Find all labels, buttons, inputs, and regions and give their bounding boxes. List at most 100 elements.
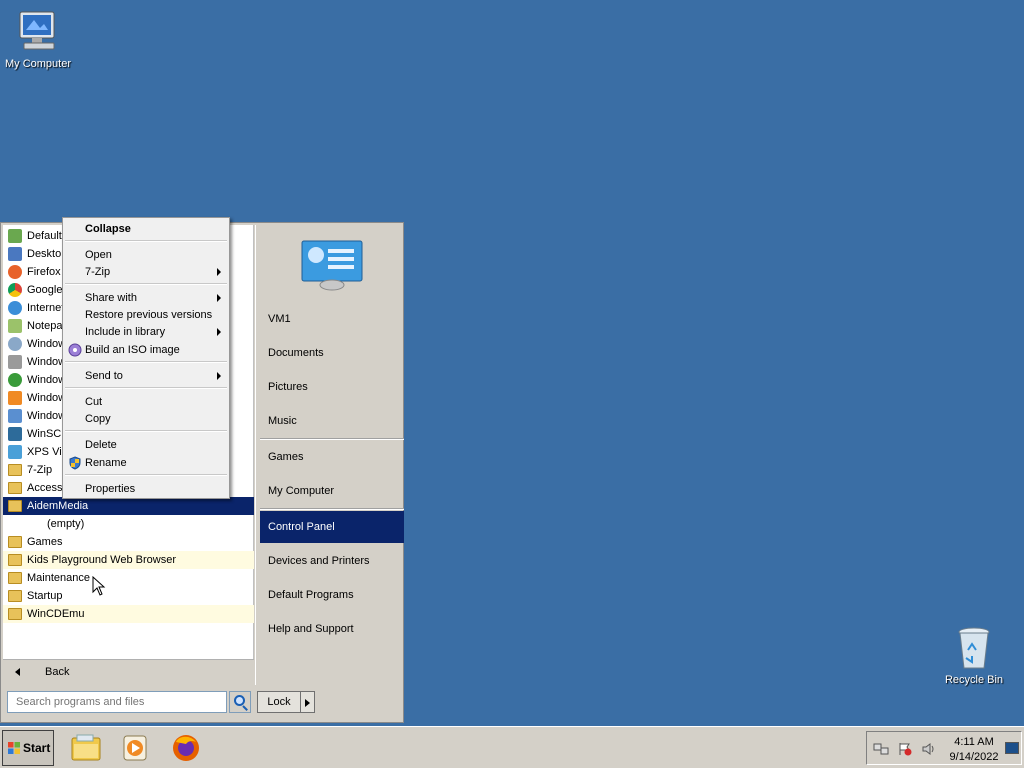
media-player-icon[interactable] [118,732,154,764]
program-label: Firefox [27,266,61,278]
program-folder[interactable]: WinCDEmu [3,605,254,623]
program-folder[interactable]: Kids Playground Web Browser [3,551,254,569]
chrome-icon [8,283,22,297]
right-item-control-panel[interactable]: Control Panel [260,511,404,543]
menu-separator [65,387,227,389]
menu-item-build-iso[interactable]: Build an ISO image [65,341,227,359]
menu-label: Share with [85,292,137,304]
right-item-default-programs[interactable]: Default Programs [260,579,404,611]
search-input[interactable] [7,691,227,713]
menu-label: Send to [85,370,123,382]
menu-item-share-with[interactable]: Share with [65,289,227,307]
lock-button[interactable]: Lock [257,691,301,713]
media-center-icon [8,373,22,387]
search-box [7,691,251,713]
menu-label: Cut [85,396,103,408]
media-player-icon [8,391,22,405]
menu-label: Properties [85,483,136,495]
submenu-arrow-icon [217,294,221,302]
folder-icon [8,590,22,602]
program-folder[interactable]: Games [3,533,254,551]
recycle-bin-desktop-icon[interactable]: Recycle Bin [936,624,1012,686]
folder-icon [8,536,22,548]
my-computer-desktop-icon[interactable]: My Computer [0,8,76,70]
program-folder[interactable]: Maintenance [3,569,254,587]
uac-shield-icon [69,456,81,470]
submenu-arrow-icon [217,372,221,380]
program-label: Maintenance [27,572,90,584]
clock-time[interactable]: 4:11 AM [949,736,999,748]
firefox-icon [8,265,22,279]
firefox-taskbar-icon[interactable] [168,732,204,764]
ie-icon [8,301,22,315]
menu-item-include-library[interactable]: Include in library [65,323,227,341]
gadgets-icon [8,247,22,261]
back-label: Back [45,666,70,678]
program-label: AidemMedia [27,500,89,512]
menu-item-delete[interactable]: Delete [65,436,227,454]
notepad-icon [8,319,22,333]
action-center-flag-icon[interactable] [897,742,913,756]
menu-item-collapse[interactable]: Collapse [65,220,227,238]
winscp-icon [8,427,22,441]
default-programs-icon [8,229,22,243]
menu-item-properties[interactable]: Properties [65,480,227,498]
folder-icon [8,500,22,512]
program-label: WinCDEmu [27,608,85,620]
mouse-cursor-icon [92,576,106,596]
folder-icon [8,554,22,566]
folder-icon [8,482,22,494]
menu-item-copy[interactable]: Copy [65,410,227,428]
menu-label: Copy [85,413,111,425]
windows-logo-icon [8,742,20,754]
menu-label: Rename [85,457,127,469]
start-label: Start [23,741,51,755]
menu-item-cut[interactable]: Cut [65,393,227,411]
menu-separator [65,474,227,476]
right-item-help-support[interactable]: Help and Support [260,613,404,645]
my-computer-label: My Computer [4,58,72,70]
right-item-documents[interactable]: Documents [260,337,404,369]
right-item-vm1[interactable]: VM1 [260,303,404,335]
program-label: Startup [27,590,63,602]
right-item-devices-printers[interactable]: Devices and Printers [260,545,404,577]
windows-update-icon [8,409,22,423]
program-folder[interactable]: Startup [3,587,254,605]
dvd-maker-icon [8,337,22,351]
program-folder-selected[interactable]: AidemMedia [3,497,254,515]
menu-separator [65,283,227,285]
shutdown-options-button[interactable] [301,691,315,713]
back-button[interactable]: Back [3,659,254,685]
menu-separator [65,361,227,363]
right-item-pictures[interactable]: Pictures [260,371,404,403]
empty-label: (empty) [47,518,85,530]
menu-item-rename[interactable]: Rename [65,454,227,472]
start-button[interactable]: Start [2,730,54,766]
volume-icon[interactable] [921,742,937,756]
back-arrow-icon [15,668,20,676]
user-picture[interactable] [300,239,364,291]
search-button[interactable] [229,691,251,713]
start-menu-right-pane: VM1 Documents Pictures Music Games My Co… [255,225,404,685]
right-item-music[interactable]: Music [260,405,404,437]
menu-item-open[interactable]: Open [65,246,227,264]
xps-icon [8,445,22,459]
right-item-games[interactable]: Games [260,441,404,473]
lock-control: Lock [257,691,315,713]
menu-item-7zip[interactable]: 7-Zip [65,263,227,281]
explorer-icon[interactable] [68,732,104,764]
chevron-right-icon [305,699,310,707]
clock-date[interactable]: 9/14/2022 [945,751,1003,763]
show-desktop-button[interactable] [1005,742,1019,754]
recycle-bin-icon [958,627,990,669]
fax-icon [8,355,22,369]
menu-item-send-to[interactable]: Send to [65,367,227,385]
menu-label: Open [85,249,112,261]
menu-label: Include in library [85,326,166,338]
menu-separator [65,240,227,242]
network-icon[interactable] [873,742,889,756]
menu-item-restore-versions[interactable]: Restore previous versions [65,306,227,324]
right-item-my-computer[interactable]: My Computer [260,475,404,507]
context-menu: Collapse Open 7-Zip Share with Restore p… [62,217,230,499]
taskbar: Start 4:11 AM 9/14/2022 [0,726,1024,768]
